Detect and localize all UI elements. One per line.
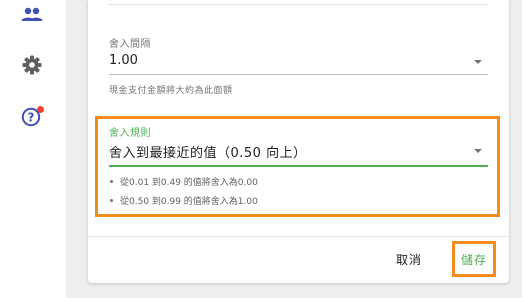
svg-text:?: ?	[28, 111, 35, 125]
notification-dot	[37, 106, 44, 113]
save-button-highlight	[452, 241, 496, 277]
gear-icon[interactable]	[20, 53, 44, 77]
chevron-down-icon[interactable]	[474, 60, 482, 64]
rounding-rule-highlight	[95, 116, 500, 217]
people-icon[interactable]	[20, 3, 44, 27]
rounding-interval-underline	[109, 74, 488, 75]
sidebar: ?	[0, 0, 66, 298]
divider	[109, 4, 488, 5]
rounding-interval-label: 舍入間隔	[109, 39, 151, 50]
rounding-interval-select[interactable]: 1.00	[109, 53, 138, 68]
rounding-interval-helper: 現金支付金額將大約為此面額	[109, 86, 233, 96]
cancel-button[interactable]: 取消	[396, 251, 422, 268]
footer-divider	[88, 236, 509, 237]
